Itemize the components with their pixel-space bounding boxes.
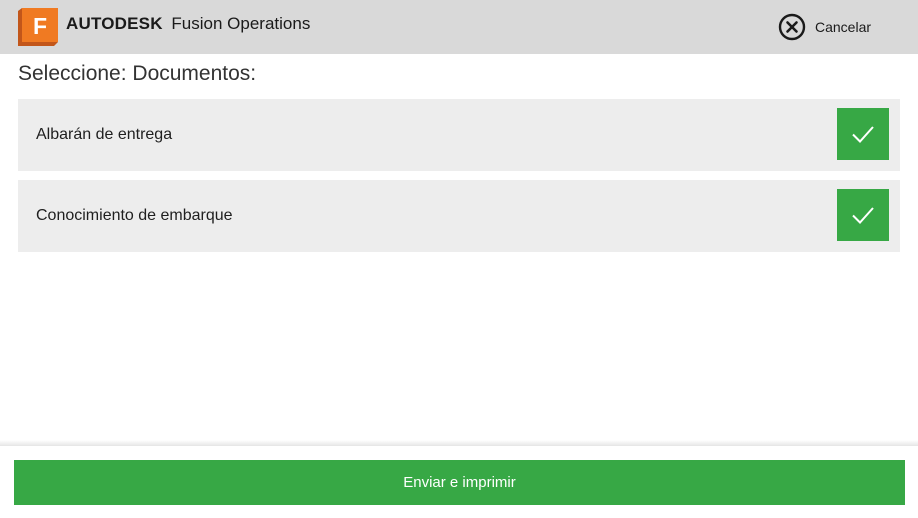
document-label: Albarán de entrega: [36, 126, 173, 143]
send-and-print-button[interactable]: Enviar e imprimir: [14, 460, 905, 505]
document-list: Albarán de entrega Conocimiento de embar…: [18, 99, 900, 261]
footer-bar: Enviar e imprimir: [0, 446, 918, 518]
cancel-button[interactable]: Cancelar: [778, 13, 871, 41]
page-title: Seleccione: Documentos:: [18, 62, 257, 85]
brand-product: Fusion Operations: [171, 14, 311, 33]
brand-company: AUTODESK: [66, 14, 163, 33]
document-label: Conocimiento de embarque: [36, 207, 233, 224]
document-item-conocimiento[interactable]: Conocimiento de embarque: [18, 180, 900, 252]
document-item-albaran[interactable]: Albarán de entrega: [18, 99, 900, 171]
cancel-label[interactable]: Cancelar: [815, 19, 871, 35]
close-circle-icon[interactable]: [778, 13, 806, 41]
fusion-logo-icon: F: [18, 8, 58, 46]
page: F AUTODESK Fusion Operations Cancelar Se…: [0, 0, 918, 518]
document-checkbox[interactable]: [837, 189, 889, 241]
logo-letter: F: [33, 13, 47, 39]
brand-title: AUTODESK Fusion Operations: [66, 12, 310, 36]
header-bar: F AUTODESK Fusion Operations Cancelar: [0, 0, 918, 54]
checkmark-icon: [852, 207, 874, 224]
document-checkbox[interactable]: [837, 108, 889, 160]
checkmark-icon: [852, 126, 874, 143]
